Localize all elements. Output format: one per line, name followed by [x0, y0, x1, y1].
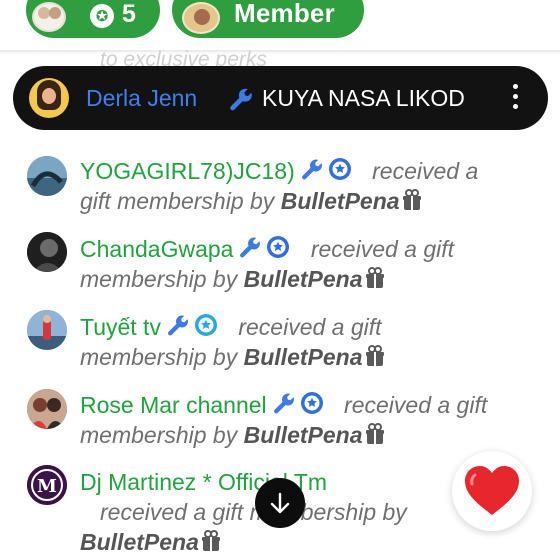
message-text: received a — [372, 158, 479, 184]
svg-text:M: M — [37, 476, 57, 497]
avatar — [182, 2, 220, 34]
star-badge-icon: ✪ — [90, 4, 114, 28]
wrench-icon — [273, 393, 294, 414]
pinned-message-bar[interactable]: Derla Jenn KUYA NASA LIKOD — [13, 66, 548, 130]
star-badge-icon — [328, 158, 351, 180]
author-name[interactable]: Tuyết tv — [80, 314, 161, 340]
member-label: Member — [234, 0, 335, 28]
divider — [0, 50, 560, 54]
star-badge-icon — [300, 392, 323, 414]
heart-reaction-button[interactable] — [452, 451, 532, 531]
scroll-down-button[interactable] — [255, 478, 305, 528]
pinned-author: Derla Jenn — [86, 85, 198, 111]
message-text: received a gift — [310, 236, 455, 262]
gifter-name: BulletPena — [243, 266, 363, 292]
wrench-icon — [240, 237, 261, 258]
message-text: received a gift — [238, 314, 382, 340]
message-text: membership by — [80, 266, 238, 292]
star-badge-icon — [194, 314, 217, 336]
wrench-icon — [230, 88, 252, 111]
message-text: membership by — [80, 422, 238, 448]
pinned-message-text: KUYA NASA LIKOD — [262, 85, 465, 111]
avatar — [27, 232, 67, 272]
avatar — [32, 2, 66, 32]
author-name[interactable]: ChandaGwapa — [80, 236, 233, 262]
avatar: M — [27, 465, 67, 505]
member-button[interactable]: Member — [172, 0, 364, 38]
wrench-icon — [301, 159, 322, 180]
message-text: received a gift membership by — [100, 499, 407, 525]
star-badge-icon — [267, 236, 290, 258]
message-text: membership by — [80, 344, 238, 370]
avatar — [27, 156, 67, 196]
member-count: 5 — [122, 0, 136, 28]
gift-icon — [402, 189, 421, 210]
gifter-name: BulletPena — [243, 344, 363, 370]
gift-icon — [365, 423, 384, 444]
wrench-icon — [167, 315, 188, 336]
author-name[interactable]: Rose Mar channel — [80, 392, 267, 418]
gifter-name: BulletPena — [243, 422, 363, 448]
gifter-name: BulletPena — [80, 529, 199, 555]
avatar — [27, 310, 67, 350]
author-name[interactable]: YOGAGIRL78)JC18) — [80, 158, 295, 184]
heart-icon — [465, 466, 519, 515]
avatar — [29, 78, 69, 118]
arrow-down-icon — [270, 492, 290, 514]
member-count-pill[interactable]: ✪ 5 — [26, 0, 160, 38]
message-text: received a gift — [344, 392, 488, 418]
avatar — [27, 389, 67, 429]
message-text: gift membership by — [80, 188, 275, 214]
gifter-name: BulletPena — [280, 188, 400, 214]
gift-icon — [365, 345, 384, 366]
gift-icon — [365, 267, 384, 288]
header-bar: ✪ 5 Member — [0, 0, 560, 52]
more-options-icon[interactable] — [509, 84, 521, 112]
gift-icon — [201, 530, 220, 551]
